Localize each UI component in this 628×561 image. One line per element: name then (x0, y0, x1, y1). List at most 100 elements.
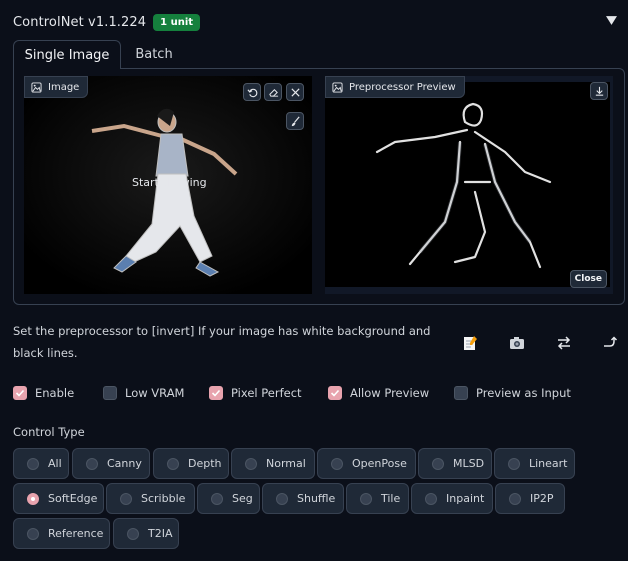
start-drawing-text: Start drawing (132, 176, 207, 189)
preview-pane-title: Preprocessor Preview (349, 81, 456, 93)
radio-dot (86, 457, 98, 470)
control-type-label: Control Type (13, 425, 85, 439)
radio-dot (432, 457, 444, 470)
radio-inpaint[interactable]: Inpaint (411, 483, 493, 514)
radio-all[interactable]: All (13, 448, 69, 479)
radio-dot (331, 457, 343, 470)
radio-ip2p[interactable]: IP2P (495, 483, 565, 514)
close-preview-button[interactable]: Close (569, 270, 607, 288)
checkbox-box[interactable] (209, 386, 223, 400)
radio-label: All (48, 457, 62, 470)
send-dimensions-button[interactable] (601, 334, 619, 352)
undo-button[interactable] (243, 83, 261, 101)
brush-button[interactable] (286, 112, 304, 130)
unit-count-badge: 1 unit (153, 13, 201, 31)
tab-single-image[interactable]: Single Image (13, 40, 121, 69)
close-icon (290, 87, 300, 97)
enable-checkbox[interactable]: Enable (13, 384, 74, 402)
radio-label: IP2P (530, 492, 554, 505)
radio-canny[interactable]: Canny (72, 448, 150, 479)
radio-label: MLSD (453, 457, 485, 470)
radio-tile[interactable]: Tile (346, 483, 409, 514)
radio-label: Tile (381, 492, 401, 505)
radio-dot (245, 457, 257, 470)
radio-dot (276, 492, 288, 505)
checkmark-icon (15, 389, 25, 397)
radio-dot (211, 492, 223, 505)
checkbox-label: Pixel Perfect (231, 386, 302, 400)
panel-header[interactable]: ControlNet v1.1.224 1 unit (13, 11, 623, 33)
preprocessor-preview: Preprocessor Preview Close (325, 76, 613, 294)
radio-label: Seg (232, 492, 253, 505)
radio-label: Inpaint (446, 492, 485, 505)
checkbox-box[interactable] (103, 386, 117, 400)
image-canvas[interactable]: Image Start drawing (24, 76, 312, 294)
checkbox-label: Allow Preview (350, 386, 430, 400)
tab-batch[interactable]: Batch (124, 40, 184, 69)
image-icon (332, 81, 343, 93)
image-pane-label: Image (24, 76, 89, 98)
radio-label: Normal (266, 457, 306, 470)
curved-arrow-icon (604, 336, 618, 347)
allow-preview-checkbox[interactable]: Allow Preview (328, 384, 429, 402)
radio-label: Depth (188, 457, 222, 470)
undo-icon (246, 88, 257, 97)
clear-image-button[interactable] (286, 83, 304, 101)
camera-button[interactable] (508, 334, 526, 352)
radio-dot (425, 492, 437, 505)
radio-reference[interactable]: Reference (13, 518, 110, 549)
checkmark-icon (330, 389, 340, 397)
radio-openpose[interactable]: OpenPose (317, 448, 416, 479)
checkbox-label: Low VRAM (125, 386, 185, 400)
radio-seg[interactable]: Seg (197, 483, 260, 514)
pixel-perfect-checkbox[interactable]: Pixel Perfect (209, 384, 302, 402)
radio-label: SoftEdge (48, 492, 98, 505)
checkbox-box[interactable] (13, 386, 27, 400)
radio-dot (508, 457, 520, 470)
radio-dot (127, 527, 139, 540)
radio-shuffle[interactable]: Shuffle (262, 483, 344, 514)
radio-softedge[interactable]: SoftEdge (13, 483, 104, 514)
panel-title: ControlNet v1.1.224 (13, 14, 147, 30)
low-vram-checkbox[interactable]: Low VRAM (103, 384, 184, 402)
radio-label: Lineart (529, 457, 568, 470)
preview-as-input-checkbox[interactable]: Preview as Input (454, 384, 571, 402)
controlnet-panel: ControlNet v1.1.224 1 unit Single Image … (0, 0, 628, 561)
radio-dot (509, 492, 521, 505)
eraser-icon (268, 88, 278, 97)
notepad-button[interactable] (461, 334, 479, 352)
radio-mlsd[interactable]: MLSD (418, 448, 492, 479)
preview-pane-label: Preprocessor Preview (325, 76, 465, 98)
checkbox-box[interactable] (328, 386, 342, 400)
swap-arrows-icon (557, 336, 571, 350)
radio-dot (360, 492, 372, 505)
radio-dot (167, 457, 179, 470)
swap-dimensions-button[interactable] (555, 334, 573, 352)
brush-icon (291, 116, 300, 126)
download-button[interactable] (590, 82, 608, 100)
radio-dot (27, 527, 39, 540)
options-row: Enable Low VRAM Pixel Perfect Allow Prev… (13, 384, 623, 402)
eraser-button[interactable] (264, 83, 282, 101)
radio-dot (120, 492, 132, 505)
image-icon (31, 81, 42, 93)
image-pane-title: Image (48, 81, 80, 93)
checkbox-box[interactable] (454, 386, 468, 400)
camera-icon (510, 337, 524, 349)
checkbox-label: Preview as Input (476, 386, 571, 400)
radio-label: Shuffle (297, 492, 336, 505)
radio-scribble[interactable]: Scribble (106, 483, 195, 514)
collapse-triangle-icon[interactable] (606, 15, 617, 26)
radio-label: Scribble (141, 492, 186, 505)
download-icon (595, 86, 603, 96)
radio-label: T2IA (148, 527, 173, 540)
notepad-icon (464, 336, 477, 350)
radio-normal[interactable]: Normal (231, 448, 315, 479)
radio-label: Reference (48, 527, 104, 540)
radio-label: OpenPose (352, 457, 407, 470)
radio-t2ia[interactable]: T2IA (113, 518, 179, 549)
radio-dot (27, 457, 39, 470)
radio-lineart[interactable]: Lineart (494, 448, 575, 479)
preprocessor-hint: Set the preprocessor to [invert] If your… (13, 324, 431, 360)
radio-depth[interactable]: Depth (153, 448, 229, 479)
